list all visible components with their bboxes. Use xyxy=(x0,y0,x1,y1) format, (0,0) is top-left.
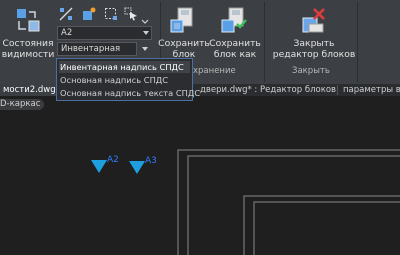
tab-divider xyxy=(337,85,338,95)
tab-parameters[interactable]: параметры вне xyxy=(340,84,400,96)
tab-document-active[interactable]: мости2.dwg* xyxy=(0,84,63,96)
marker-label: A2 xyxy=(107,155,119,165)
tab-block-editor[interactable]: двери.dwg* : Редактор блоков xyxy=(197,84,339,96)
ribbon-separator xyxy=(264,2,265,82)
ribbon-separator xyxy=(357,2,358,82)
dropdown-option[interactable]: Основная надпись СПДС xyxy=(59,74,168,86)
make-visible-icon[interactable] xyxy=(104,6,118,20)
save-block-label: Сохранить блок xyxy=(158,38,210,60)
panel-title-close: Закрыть xyxy=(292,66,330,76)
visibility-state-select[interactable]: A2 xyxy=(57,26,152,40)
visibility-states-button[interactable]: Состояния видимости xyxy=(2,6,54,60)
chevron-down-icon xyxy=(143,31,149,35)
state-name-dropdown-button[interactable] xyxy=(138,42,152,56)
visibility-states-label: Состояния видимости xyxy=(1,38,55,60)
state-name-select[interactable]: Инвентарная н... xyxy=(57,42,137,66)
save-block-icon xyxy=(169,6,199,36)
marker-label: A3 xyxy=(145,156,157,166)
close-block-editor-label: Закрыть редактор блоков xyxy=(272,38,356,60)
small-dropdown-icon[interactable] xyxy=(141,10,149,24)
dropdown-option[interactable]: Основная надпись текста СПДС xyxy=(59,87,200,99)
close-block-editor-icon xyxy=(299,6,329,36)
visibility-toggle-icon[interactable] xyxy=(59,6,73,21)
save-block-as-label: Сохранить блок как xyxy=(209,38,261,60)
dropdown-option[interactable]: Инвентарная надпись СПДС xyxy=(59,61,190,73)
visibility-state-value: A2 xyxy=(61,28,73,38)
save-block-as-icon xyxy=(220,6,250,36)
close-block-editor-button[interactable]: Закрыть редактор блоков xyxy=(272,6,356,60)
visibility-marker-icon[interactable] xyxy=(129,161,145,174)
select-pointer-icon[interactable] xyxy=(124,6,138,21)
visual-style-label[interactable]: D-каркас xyxy=(0,99,45,110)
drawing-canvas[interactable]: A2 A3 xyxy=(0,110,400,255)
state-name-dropdown-list: Инвентарная надпись СПДС Основная надпис… xyxy=(56,58,200,101)
visibility-mode-icon[interactable] xyxy=(82,6,96,20)
visibility-states-icon xyxy=(13,6,43,36)
frame-line xyxy=(243,195,400,255)
visibility-marker-icon[interactable] xyxy=(91,160,107,173)
save-block-button[interactable]: Сохранить блок xyxy=(158,6,210,60)
frame-line xyxy=(253,201,400,255)
frame-line xyxy=(187,155,400,255)
panel-title-save: хранение xyxy=(193,66,236,76)
save-block-as-button[interactable]: Сохранить блок как xyxy=(209,6,261,60)
